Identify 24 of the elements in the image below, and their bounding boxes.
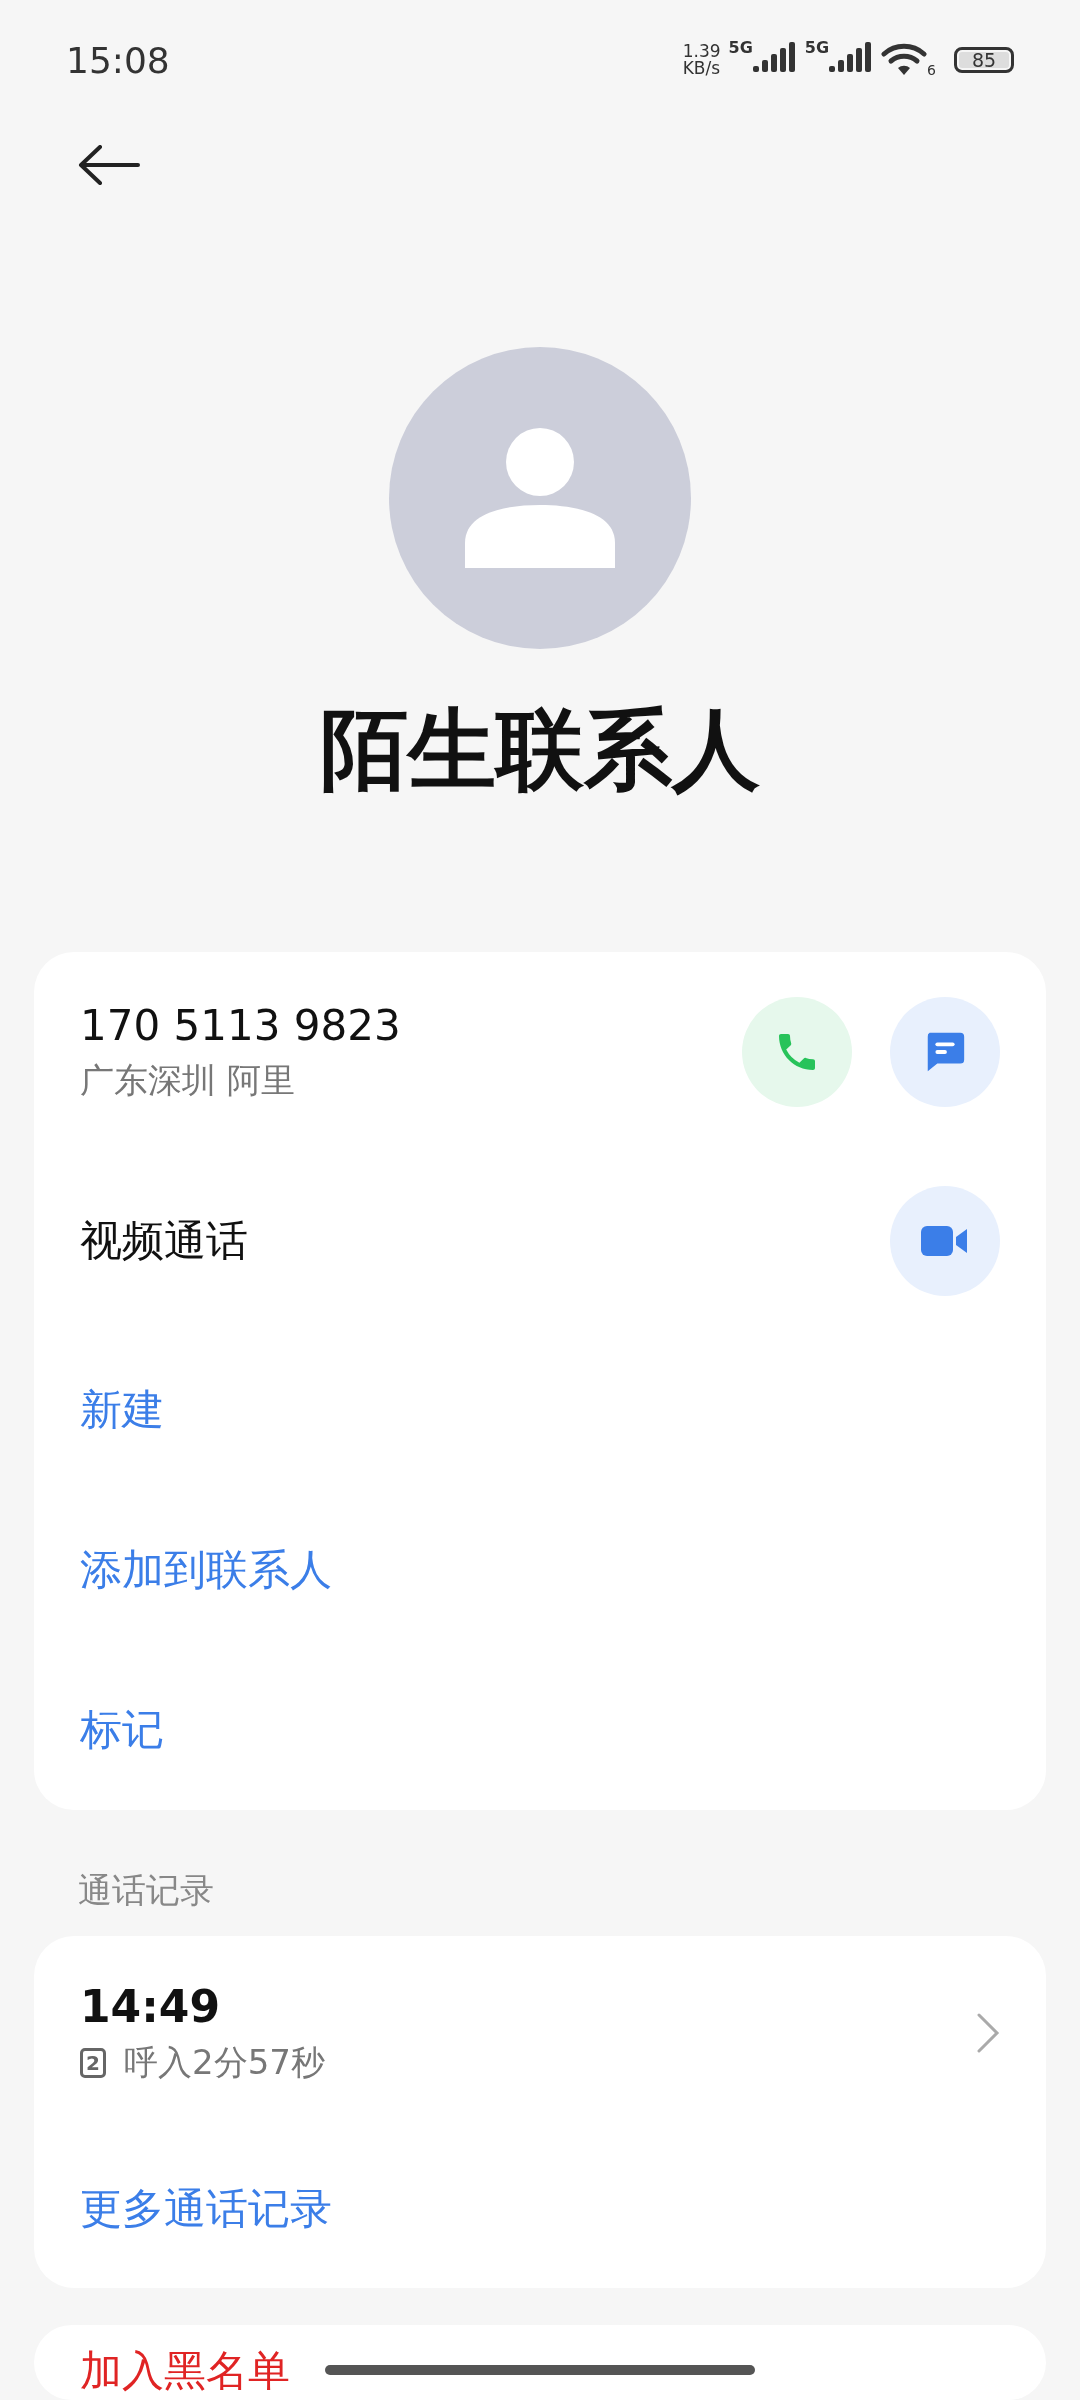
section-title: 通话记录 xyxy=(78,1869,215,1912)
action-link[interactable]: 标记 xyxy=(80,1706,164,1754)
call-detail: 呼入2分57秒 xyxy=(124,2040,325,2084)
wifi-label: 6 xyxy=(927,62,936,78)
chevron-right-icon xyxy=(976,2012,1000,2054)
contact-name: 陌生联系人 xyxy=(319,697,761,803)
call-time: 14:49 xyxy=(80,1980,222,2032)
block-link[interactable]: 加入黑名单 xyxy=(80,2346,290,2395)
sim-badge: 2 xyxy=(80,2047,106,2078)
video-call-label: 视频通话 xyxy=(80,1215,248,1267)
network-type: 5G xyxy=(804,38,830,57)
call-log-entry[interactable]: 14:49 2 呼入2分57秒 xyxy=(80,1936,1000,2130)
video-camera-icon xyxy=(921,1225,969,1257)
number-location: 广东深圳 阿里 xyxy=(80,1058,296,1102)
network-speed: 1.39 KB/s xyxy=(682,43,721,77)
phone-number: 170 5113 9823 xyxy=(80,1000,401,1050)
status-time: 15:08 xyxy=(66,39,170,81)
action-link[interactable]: 新建 xyxy=(80,1386,164,1434)
back-arrow-icon[interactable] xyxy=(78,145,140,185)
more-call-log-link[interactable]: 更多通话记录 xyxy=(80,2185,332,2233)
battery-level: 85 xyxy=(954,47,1014,73)
person-icon xyxy=(465,428,615,568)
network-type: 5G xyxy=(728,38,753,57)
action-link[interactable]: 添加到联系人 xyxy=(80,1546,332,1594)
